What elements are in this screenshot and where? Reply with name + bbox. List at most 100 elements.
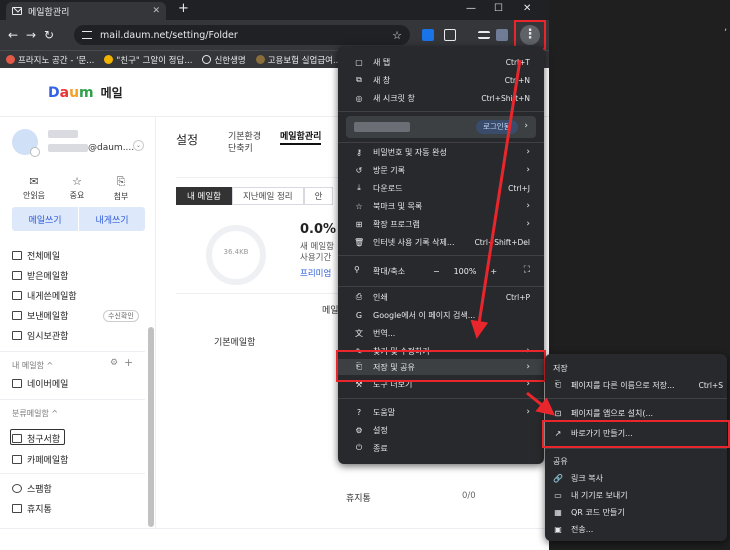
sidebar-item-cafe-mail[interactable]: 카페메일함 <box>12 453 68 466</box>
sidebar-divider <box>0 473 145 474</box>
submenu-item-save-as[interactable]: ⎗ 페이지를 다른 이름으로 저장... Ctrl+S <box>553 378 723 392</box>
menu-item-google-search[interactable]: G Google에서 이 페이지 검색... <box>338 307 544 323</box>
quick-attachment[interactable]: ⎘ 첨부 <box>101 175 141 202</box>
menu-item-exit[interactable]: ⏻ 종료 <box>338 440 544 456</box>
subtab-more[interactable]: 안 <box>303 187 334 205</box>
print-icon: ⎙ <box>355 292 363 301</box>
mail-icon: ✉ <box>29 175 39 188</box>
account-name-redacted <box>48 130 78 138</box>
sidebar-item-sent[interactable]: 보낸메일함 <box>12 309 68 322</box>
star-icon: ☆ <box>72 175 82 188</box>
menu-item-clear-history[interactable]: 🗑 인터넷 사용 기록 삭제... Ctrl+Shift+Del <box>338 234 544 250</box>
attachment-icon: ⎘ <box>116 175 126 188</box>
chevron-right-icon: › <box>526 147 530 157</box>
sidebar-item-naver-mail[interactable]: 네이버메일 <box>12 377 68 390</box>
bookmark-item[interactable]: 신한생명 <box>202 54 246 66</box>
sidebar-item-drafts[interactable]: 임시보관함 <box>12 329 68 342</box>
menu-item-new-window[interactable]: ⧉ 새 창 Ctrl+N <box>338 72 544 88</box>
trash-row-count: 0/0 <box>462 491 476 501</box>
menu-item-passwords[interactable]: ⚷ 비밀번호 및 자동 완성 › <box>338 144 544 160</box>
account-chevron-icon[interactable]: ⌄ <box>133 140 144 151</box>
extension-icon: ⊞ <box>355 219 363 229</box>
menu-item-translate[interactable]: 文 번역... <box>338 325 544 341</box>
quick-important[interactable]: ☆ 중요 <box>57 175 97 201</box>
bookmark-item[interactable]: 프라지노 공간 - '문... <box>6 54 94 66</box>
menu-item-bookmarks[interactable]: ☆ 북마크 및 목록 › <box>338 198 544 214</box>
sidebar-item-bills[interactable]: 청구서함 <box>12 432 60 445</box>
sidebar-scrollbar[interactable] <box>148 327 154 527</box>
my-folders-header[interactable]: 내 메일함 ^ <box>12 360 53 371</box>
sidebar-item-self-mail[interactable]: 내게쓴메일함 <box>12 289 77 302</box>
storage-usage-size: 36.4KB <box>223 248 249 256</box>
reload-button[interactable]: ↻ <box>40 28 58 42</box>
subtab-my-mailbox[interactable]: 내 메일함 <box>176 187 232 205</box>
key-icon: ⚷ <box>356 147 362 157</box>
bookmark-item[interactable]: "친구" 그알이 정답... <box>104 54 192 66</box>
send-icon <box>12 311 22 320</box>
menu-item-help[interactable]: ? 도움말 › <box>338 404 544 420</box>
sidebar-item-trash[interactable]: 휴지통 <box>12 502 52 515</box>
zoom-label: 확대/축소 <box>373 267 406 276</box>
tab-mail-management[interactable]: 메일함관리 ✕ <box>6 2 166 20</box>
submenu-item-copy-link[interactable]: 🔗 링크 복사 <box>553 471 723 485</box>
sidebar-item-spam[interactable]: 스팸함 <box>12 482 52 495</box>
page-title: 설정 <box>176 133 199 147</box>
write-to-self-button[interactable]: 내게쓰기 <box>79 207 145 231</box>
share-section-header: 공유 <box>553 457 568 466</box>
tab-close-icon[interactable]: ✕ <box>152 6 160 16</box>
submenu-item-cast[interactable]: ▣ 전송... <box>553 522 723 536</box>
menu-divider <box>338 286 544 287</box>
menu-item-downloads[interactable]: ⤓ 다운로드 Ctrl+J <box>338 180 544 196</box>
submenu-item-send-to-device[interactable]: ▭ 내 기기로 보내기 <box>553 488 723 502</box>
tab-mail-management[interactable]: 메일함관리 <box>280 131 322 145</box>
category-folders-header[interactable]: 분류메일함 ^ <box>12 408 58 419</box>
extension-icon[interactable] <box>422 29 434 41</box>
menu-item-settings[interactable]: ⚙ 설정 <box>338 422 544 438</box>
zoom-in-button[interactable]: + <box>490 267 497 276</box>
draft-icon <box>12 331 22 340</box>
menu-item-new-tab[interactable]: ▢ 새 탭 Ctrl+T <box>338 54 544 70</box>
new-tab-button[interactable]: + <box>178 2 189 16</box>
chrome-menu-button[interactable]: ⋮ <box>520 25 540 45</box>
site-info-icon[interactable] <box>82 31 92 39</box>
tab-basic-settings[interactable]: 기본환경 단축키 <box>228 131 261 155</box>
write-mail-button[interactable]: 메일쓰기 <box>12 207 79 231</box>
settings-gear-icon[interactable]: ⚙ <box>110 358 118 368</box>
submenu-item-qr-code[interactable]: ▦ QR 코드 만들기 <box>553 505 723 519</box>
add-folder-icon[interactable]: + <box>124 356 133 369</box>
save-section-header: 저장 <box>553 364 568 373</box>
quick-unread[interactable]: ✉ 안읽음 <box>14 175 54 201</box>
account-id-redacted <box>48 144 88 152</box>
signed-in-badge[interactable]: 로그인됨 <box>476 120 518 134</box>
desktop-edge-mark: , <box>724 22 728 33</box>
read-receipt-badge[interactable]: 수신확인 <box>103 310 139 322</box>
bookmark-item[interactable]: 고용보험 실업급여... <box>255 54 341 66</box>
window-close-button[interactable]: ✕ <box>523 3 531 14</box>
maximize-button[interactable]: ☐ <box>494 3 503 14</box>
submenu-item-install-app[interactable]: ⊡ 페이지를 앱으로 설치(... <box>553 406 723 420</box>
extensions-puzzle-icon[interactable] <box>444 29 456 41</box>
minimize-button[interactable]: — <box>466 3 476 14</box>
zoom-out-button[interactable]: − <box>433 267 440 276</box>
profile-row[interactable]: 로그인됨 › <box>346 116 536 138</box>
sidebar-item-all-mail[interactable]: 전체메일 <box>12 249 60 262</box>
profile-avatar-icon[interactable] <box>496 29 508 41</box>
create-shortcut-highlight <box>542 420 730 448</box>
menu-item-history[interactable]: ↺ 방문 기록 › <box>338 162 544 178</box>
power-icon: ⏻ <box>355 443 363 452</box>
premium-link[interactable]: 프리미엄 <box>300 267 331 279</box>
menu-item-extensions[interactable]: ⊞ 확장 프로그램 › <box>338 216 544 232</box>
sidebar-item-inbox[interactable]: 받은메일함 <box>12 269 68 282</box>
menu-item-print[interactable]: ⎙ 인쇄 Ctrl+P <box>338 289 544 305</box>
forward-button[interactable]: → <box>22 28 40 42</box>
address-bar[interactable]: mail.daum.net/setting/Folder ☆ <box>74 25 410 45</box>
bookmark-star-icon[interactable]: ☆ <box>392 29 402 42</box>
avatar[interactable] <box>12 129 40 157</box>
menu-item-incognito[interactable]: ◎ 새 시크릿 창 Ctrl+Shift+N <box>338 90 544 106</box>
media-control-icon[interactable] <box>478 31 490 39</box>
fullscreen-icon[interactable]: ⛶ <box>524 265 530 275</box>
back-button[interactable]: ← <box>4 28 22 42</box>
subtab-old-mail-cleanup[interactable]: 지난메일 정리 <box>231 187 304 205</box>
chevron-right-icon: › <box>526 165 530 175</box>
daum-logo[interactable]: Daum 메일 <box>48 84 123 101</box>
